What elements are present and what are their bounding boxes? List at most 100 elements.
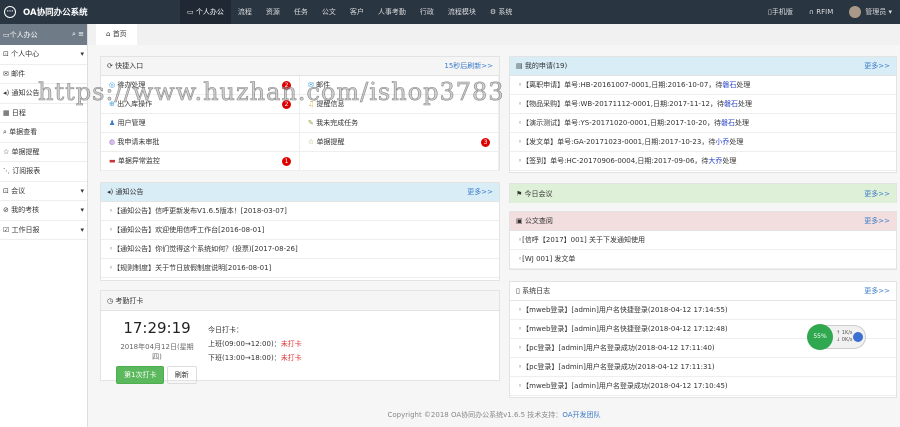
user-menu[interactable]: 管理员 ▾ [841, 6, 900, 18]
quick-entry-item[interactable]: ☆ 单据提醒 3 [300, 133, 499, 152]
quick-entry-label: 单据提醒 [316, 138, 345, 146]
nav-task[interactable]: 任务 [287, 0, 315, 24]
nav-hr[interactable]: 人事考勤 [371, 0, 413, 24]
quick-entry-item[interactable]: ▬ 单据异常监控 1 [101, 152, 300, 171]
sidebar-item-label: 日程 [11, 108, 26, 117]
sidebar-item-daily-report[interactable]: ☑ 工作日报 ▾ [0, 221, 87, 240]
my-apply-panel: ▤ 我的申请(19) 更多>> ◦ 【离职申请】单号:HB-20161007-00… [509, 56, 897, 173]
network-speed-widget[interactable]: 55% ↑ 1K/s ↓ 0K/s [807, 324, 866, 350]
rfim-link[interactable]: ∩ RFIM [801, 8, 841, 16]
panel-title: 快捷入口 [115, 62, 144, 70]
official-doc-item[interactable]: ◦ [WJ 001] 发文单 [510, 250, 896, 269]
nav-flow-module[interactable]: 流程模块 [441, 0, 483, 24]
notice-item-text: 【通知公告】信呼更新发布V1.6.5版本！[2018-03-07] [113, 207, 287, 215]
monitor-icon: ▭ [3, 30, 10, 39]
clock-icon: ◷ [107, 296, 114, 305]
apply-handler: 小乔 [715, 138, 730, 146]
more-link[interactable]: 更多>> [864, 216, 890, 226]
clock-date: 2018年04月12日(星期四) [120, 343, 194, 361]
quick-entry-item[interactable]: ✉ 邮件 [300, 76, 499, 95]
notice-item[interactable]: ◦ 【通知公告】你们觉得这个系统如何？(投票)[2017-08-26] [101, 240, 499, 259]
quick-entry-content: ✉ 邮件 [308, 80, 330, 90]
apply-item[interactable]: ◦ 【物品采购】单号:WB-20171112-0001,日期:2017-11-1… [510, 95, 896, 114]
clock-time: 17:29:19 [123, 319, 191, 337]
sidebar-item-label: 通知公告 [11, 89, 40, 98]
panel-title: 考勤打卡 [115, 296, 144, 305]
search-icon[interactable]: ⌕ [72, 30, 76, 38]
notice-item[interactable]: ◦ 【规则制度】关于节日放假制度说明[2016-08-01] [101, 259, 499, 278]
sidebar-item-label: 单据查看 [9, 128, 38, 137]
gear-icon: ⚙ [489, 8, 497, 16]
apply-item[interactable]: ◦ 【演示测试】单号:YS-20171020-0001,日期:2017-10-2… [510, 114, 896, 133]
mobile-link[interactable]: ▯手机版 [760, 7, 801, 17]
quick-entry-item[interactable]: ♟ 用户管理 [101, 114, 300, 133]
quick-entry-content: ✎ 我未完成任务 [308, 118, 358, 128]
log-item[interactable]: ◦ 【mweb登录】[admin]用户名登录成功(2018-04-12 17:1… [510, 377, 896, 396]
log-item-text: 【mweb登录】[admin]用户名登录成功(2018-04-12 17:10:… [522, 382, 728, 390]
quick-entry-item[interactable]: ✎ 我未完成任务 [300, 114, 499, 133]
sidebar-item-bill-view[interactable]: ⌕ 单据查看 [0, 123, 87, 143]
app-logo[interactable]: ··· OA协同办公系统 [0, 6, 180, 18]
sidebar-item-label: 单据提醒 [11, 147, 40, 156]
nav-document[interactable]: 公文 [315, 0, 343, 24]
sidebar-item-label: 订阅报表 [12, 167, 41, 176]
punch-button[interactable]: 第1次打卡 [116, 366, 165, 384]
quick-entry-label: 用户管理 [117, 119, 146, 127]
sidebar-item-schedule[interactable]: ▦ 日程 [0, 104, 87, 123]
nav-admin[interactable]: 行政 [413, 0, 441, 24]
nav-customer[interactable]: 客户 [343, 0, 371, 24]
avatar [849, 6, 862, 18]
quick-entry-item[interactable]: ♫ 提醒信息 [300, 95, 499, 114]
quick-entry-item[interactable]: ◎ 待办处理 2 [101, 76, 300, 95]
nav-flow[interactable]: 流程 [231, 0, 259, 24]
apply-text: 【离职申请】单号:HB-20161007-0001,日期:2016-10-07，… [522, 81, 723, 89]
more-link[interactable]: 更多>> [467, 187, 493, 197]
notice-item[interactable]: ◦ 【通知公告】信呼更新发布V1.6.5版本！[2018-03-07] [101, 202, 499, 221]
more-link[interactable]: 更多>> [864, 286, 890, 296]
sidebar-title: 个人办公 [9, 30, 38, 39]
dashboard: ⟳ 快捷入口 15秒后刷新>> ◎ 待办处理 2 ✉ 邮件 ⊕ 出入库操作 2 ♫ 提醒信息… [88, 45, 900, 427]
nav-system[interactable]: ⚙ 系统 [483, 0, 520, 24]
footer: Copyright ©2018 OA协同办公系统v1.6.5 技术支持：OA开发… [88, 410, 900, 420]
sidebar-item-assessment[interactable]: ⊘ 我的考核 ▾ [0, 201, 87, 221]
refresh-button[interactable]: 刷新 [166, 366, 197, 384]
log-item[interactable]: ◦ 【pc登录】[admin]用户名登录成功(2018-04-12 17:11:… [510, 358, 896, 377]
count-badge: 2 [282, 99, 291, 109]
quick-entry-item[interactable]: ◍ 我申请未审批 [101, 133, 300, 152]
tab-home[interactable]: ⌂ 首页 [96, 24, 137, 45]
quick-entry-item[interactable]: ⊕ 出入库操作 2 [101, 95, 300, 114]
apply-tail: 处理 [737, 100, 752, 108]
sidebar-item-meeting[interactable]: ⊡ 会议 ▾ [0, 182, 87, 201]
more-link[interactable]: 更多>> [864, 61, 890, 71]
notice-item[interactable]: ◦ 【通知公告】欢迎使用信呼工作台[2016-08-01] [101, 221, 499, 240]
sidebar-item-mail[interactable]: ✉ 邮件 [0, 65, 87, 84]
more-link[interactable]: 更多>> [864, 189, 890, 199]
sidebar-item-label: 我的考核 [11, 206, 40, 215]
tab-label: 首页 [112, 30, 127, 38]
memory-percent: 55% [807, 324, 833, 350]
sidebar-item-notice[interactable]: ◂) 通知公告 [0, 84, 87, 104]
am-status: 未打卡 [280, 340, 302, 348]
nav-resource[interactable]: 资源 [259, 0, 287, 24]
apply-item[interactable]: ◦ 【离职申请】单号:HB-20161007-0001,日期:2016-10-0… [510, 76, 896, 95]
apply-item[interactable]: ◦ 【签到】单号:HC-20170906-0004,日期:2017-09-06，… [510, 152, 896, 171]
official-doc-item[interactable]: ◦ [信呼【2017】001] 关于下发通知使用 [510, 231, 896, 250]
sidebar-item-label: 工作日报 [11, 225, 40, 234]
boost-icon [853, 332, 863, 342]
log-item[interactable]: ◦ 【mweb登录】[admin]用户名快捷登录(2018-04-12 17:1… [510, 301, 896, 320]
apply-item[interactable]: ◦ 【发文单】单号:GA-20171023-0001,日期:2017-10-23… [510, 133, 896, 152]
mobile-label: 手机版 [771, 8, 793, 16]
sidebar-item-report[interactable]: ⋱ 订阅报表 [0, 162, 87, 182]
nav-personal[interactable]: ▭ 个人办公 [180, 0, 231, 24]
tab-bar: ⌂ 首页 [88, 24, 900, 45]
menu-icon[interactable]: ≡ [78, 30, 84, 38]
quick-entry-icon: ☆ [308, 138, 317, 146]
support-link[interactable]: OA开发团队 [562, 411, 600, 419]
caret-icon: ▾ [80, 225, 84, 234]
sidebar-item-bill-remind[interactable]: ☆ 单据提醒 [0, 143, 87, 162]
apply-handler: 大乔 [708, 157, 723, 165]
sidebar-item-personal-center[interactable]: ⊡ 个人中心 ▾ [0, 45, 87, 65]
refresh-countdown-link[interactable]: 15秒后刷新>> [444, 61, 493, 71]
apply-text: 【发文单】单号:GA-20171023-0001,日期:2017-10-23，待 [522, 138, 716, 146]
apply-tail: 处理 [734, 119, 749, 127]
